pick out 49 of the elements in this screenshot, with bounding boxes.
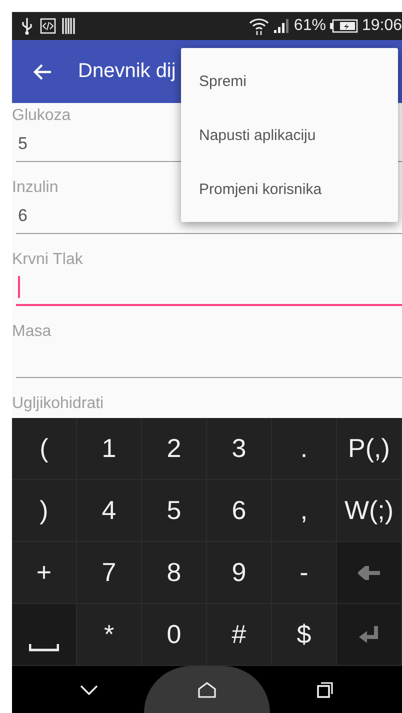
chevron-down-icon [80,684,98,694]
key[interactable]: , [272,480,337,542]
key[interactable]: 9 [207,542,272,604]
key[interactable]: 1 [77,418,142,480]
key[interactable]: * [77,604,142,666]
field-label: Krvni Tlak [12,250,83,270]
key[interactable]: 6 [207,480,272,542]
key[interactable]: $ [272,604,337,666]
menu-item[interactable]: Napusti aplikaciju [181,108,398,162]
key[interactable]: 4 [77,480,142,542]
usb-icon [20,17,34,35]
battery-charging-icon [330,19,358,33]
signal-icon [274,19,290,33]
key[interactable]: ) [12,480,77,542]
key[interactable]: 2 [142,418,207,480]
home-icon [198,682,216,698]
recent-apps-icon [317,682,333,698]
battery-percent: 61% [294,17,326,35]
wifi-icon [248,17,270,35]
menu-item[interactable]: Spremi [181,54,398,108]
key[interactable]: 3 [207,418,272,480]
back-arrow-icon[interactable] [32,62,52,80]
field-label: Ugljikohidrati [12,394,104,414]
space-key[interactable] [12,604,77,666]
field-label: Inzulin [12,178,58,198]
screen-title: Dnevnik dij [78,60,176,83]
key[interactable]: 7 [77,542,142,604]
field-label: Masa [12,322,52,342]
menu-item[interactable]: Promjeni korisnika [181,162,398,216]
backspace-key[interactable] [337,542,402,604]
field-label: Glukoza [12,106,71,126]
enter-key[interactable] [337,604,402,666]
key[interactable]: 0 [142,604,207,666]
enter-arrow-icon [358,626,380,644]
key[interactable]: . [272,418,337,480]
key[interactable]: ( [12,418,77,480]
key[interactable]: W(;) [337,480,402,542]
barcode-icon [62,18,76,34]
code-icon [40,18,56,34]
backspace-arrow-icon [358,566,380,580]
text-cursor [18,276,20,298]
key[interactable]: 5 [142,480,207,542]
key[interactable]: 8 [142,542,207,604]
clock: 19:06 [362,17,402,35]
key[interactable]: - [272,542,337,604]
space-bar-icon [29,644,59,652]
key[interactable]: # [207,604,272,666]
key[interactable]: P(,) [337,418,402,480]
key[interactable]: + [12,542,77,604]
